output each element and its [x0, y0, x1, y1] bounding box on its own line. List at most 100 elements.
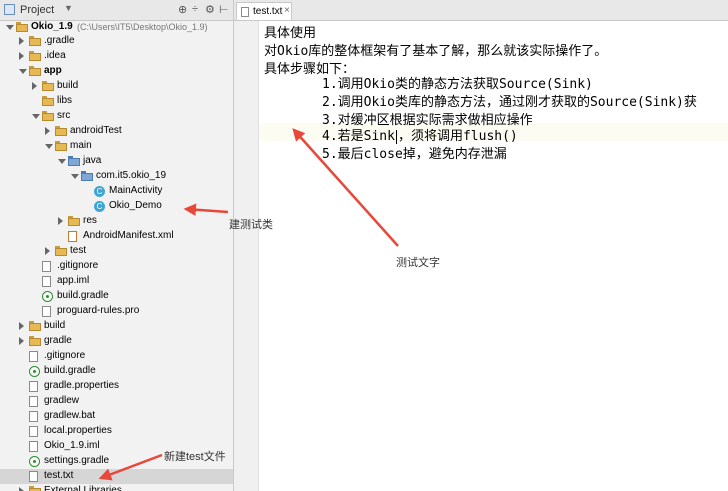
- tree-item-res[interactable]: res: [0, 214, 233, 229]
- chevron-right-icon[interactable]: [58, 217, 63, 225]
- file-icon: [29, 411, 38, 422]
- tree-item-label: gradlew.bat: [44, 410, 96, 421]
- project-panel: Project ▼ ⊕ ÷ ⚙ ⊢ Okio_1.9 (C:\Users\IT5\…: [0, 0, 234, 491]
- code-line-5[interactable]: 2.调用Okio类库的静态方法，通过刚才获取的Source(Sink)获: [322, 91, 697, 110]
- chevron-right-icon[interactable]: [19, 487, 24, 491]
- tree-item-label: build: [57, 80, 79, 91]
- tree-item-java[interactable]: java: [0, 154, 233, 169]
- tree-item-app-iml[interactable]: app.iml: [0, 274, 233, 289]
- tree-item-androidmanifest-xml[interactable]: AndroidManifest.xml: [0, 229, 233, 244]
- file-icon: [29, 381, 38, 392]
- chevron-down-icon[interactable]: [6, 25, 14, 30]
- folder-icon: [29, 336, 41, 346]
- tree-item-label: app.iml: [57, 275, 90, 286]
- chevron-down-icon[interactable]: [19, 69, 27, 74]
- code-line-2[interactable]: 对Okio库的整体框架有了基本了解，那么就该实际操作了。: [264, 40, 607, 59]
- file-icon: [29, 426, 38, 437]
- tree-item-label: libs: [57, 95, 73, 106]
- code-line-7-part2: ，须将调用flush(): [397, 129, 518, 144]
- folder-icon: [29, 486, 41, 491]
- tree-item-app[interactable]: app: [0, 64, 233, 79]
- tree-item-external-libraries[interactable]: External Libraries: [0, 484, 233, 491]
- close-icon[interactable]: ×: [284, 5, 290, 16]
- tree-item-label: gradle: [44, 335, 72, 346]
- tab-test-txt[interactable]: test.txt ×: [236, 2, 292, 20]
- class-icon: C: [94, 186, 105, 197]
- folder-icon: [55, 126, 67, 136]
- sync-icon[interactable]: ÷: [192, 3, 198, 15]
- tree-item-src[interactable]: src: [0, 109, 233, 124]
- tree-item-label: build: [44, 320, 66, 331]
- tree-item-mainactivity[interactable]: C MainActivity: [0, 184, 233, 199]
- editor: test.txt × 具体使用 对Okio库的整体框架有了基本了解，那么就该实际…: [234, 0, 728, 491]
- folder-icon: [16, 22, 28, 32]
- folder-icon: [42, 111, 54, 121]
- tree-item-com-it5-okio-19[interactable]: com.it5.okio_19: [0, 169, 233, 184]
- chevron-right-icon[interactable]: [32, 82, 37, 90]
- tree-item-label: res: [83, 215, 97, 226]
- tree-item-local-properties[interactable]: local.properties: [0, 424, 233, 439]
- file-icon: [29, 351, 38, 362]
- folder-icon: [68, 156, 80, 166]
- project-panel-title[interactable]: Project: [20, 4, 54, 16]
- file-icon: [29, 441, 38, 452]
- tree-item-androidtest[interactable]: androidTest: [0, 124, 233, 139]
- chevron-right-icon[interactable]: [19, 322, 24, 330]
- tree-item-label: test: [70, 245, 87, 256]
- tree-item-label: local.properties: [44, 425, 112, 436]
- tab-label: test.txt: [253, 6, 283, 17]
- tree-item-label: app: [44, 65, 62, 76]
- chevron-right-icon[interactable]: [19, 337, 24, 345]
- text-file-icon: [241, 7, 249, 17]
- code-line-8[interactable]: 5.最后close掉，避免内存泄漏: [322, 143, 507, 162]
- folder-icon: [81, 171, 93, 181]
- tree-item-gitignore[interactable]: .gitignore: [0, 259, 233, 274]
- gear-icon[interactable]: ⚙: [205, 3, 215, 16]
- tree-item-build[interactable]: build: [0, 319, 233, 334]
- tree-item-label: main: [70, 140, 92, 151]
- settings-icon[interactable]: ⊕: [178, 3, 187, 16]
- chevron-down-icon[interactable]: [45, 144, 53, 149]
- code-line-1[interactable]: 具体使用: [264, 22, 316, 41]
- tree-item-gradlew-bat[interactable]: gradlew.bat: [0, 409, 233, 424]
- tree-item-label: AndroidManifest.xml: [83, 230, 174, 241]
- chevron-right-icon[interactable]: [45, 247, 50, 255]
- chevron-right-icon[interactable]: [19, 52, 24, 60]
- tree-item-gradle[interactable]: gradle: [0, 334, 233, 349]
- tree-item-build-gradle[interactable]: build.gradle: [0, 289, 233, 304]
- tree-item-okio-1-9[interactable]: Okio_1.9 (C:\Users\IT5\Desktop\Okio_1.9): [0, 20, 233, 35]
- tree-item-label: java: [83, 155, 102, 166]
- tree-item-test-txt[interactable]: test.txt: [0, 469, 233, 484]
- tree-item-gitignore[interactable]: .gitignore: [0, 349, 233, 364]
- tree-item-gradle[interactable]: .gradle: [0, 34, 233, 49]
- gradle-icon: [29, 456, 40, 467]
- folder-icon: [29, 66, 41, 76]
- chevron-down-icon[interactable]: [71, 174, 79, 179]
- tree-item-libs[interactable]: libs: [0, 94, 233, 109]
- tree-item-idea[interactable]: .idea: [0, 49, 233, 64]
- tree-item-label: gradlew: [44, 395, 80, 406]
- folder-icon: [29, 321, 41, 331]
- file-icon: [42, 261, 51, 272]
- code-line-4[interactable]: 1.调用Okio类的静态方法获取Source(Sink): [322, 73, 593, 92]
- folder-icon: [68, 216, 80, 226]
- tree-item-test[interactable]: test: [0, 244, 233, 259]
- project-path: (C:\Users\IT5\Desktop\Okio_1.9): [77, 22, 208, 32]
- tree-item-proguard-rules-pro[interactable]: proguard-rules.pro: [0, 304, 233, 319]
- tree-item-label: androidTest: [70, 125, 122, 136]
- code-line-7[interactable]: 4.若是Sink ，须将调用flush(): [322, 125, 518, 144]
- chevron-down-icon[interactable]: [32, 114, 40, 119]
- tree-item-gradle-properties[interactable]: gradle.properties: [0, 379, 233, 394]
- chevron-right-icon[interactable]: [45, 127, 50, 135]
- hide-icon[interactable]: ⊢: [219, 3, 229, 16]
- chevron-down-icon[interactable]: ▼: [64, 3, 73, 13]
- tree-item-okio-demo[interactable]: C Okio_Demo: [0, 199, 233, 214]
- chevron-down-icon[interactable]: [58, 159, 66, 164]
- tree-item-gradlew[interactable]: gradlew: [0, 394, 233, 409]
- annotation-test-text: 测试文字: [396, 257, 440, 269]
- tree-item-build[interactable]: build: [0, 79, 233, 94]
- tree-item-main[interactable]: main: [0, 139, 233, 154]
- tree-item-label: proguard-rules.pro: [57, 305, 140, 316]
- tree-item-build-gradle[interactable]: build.gradle: [0, 364, 233, 379]
- chevron-right-icon[interactable]: [19, 37, 24, 45]
